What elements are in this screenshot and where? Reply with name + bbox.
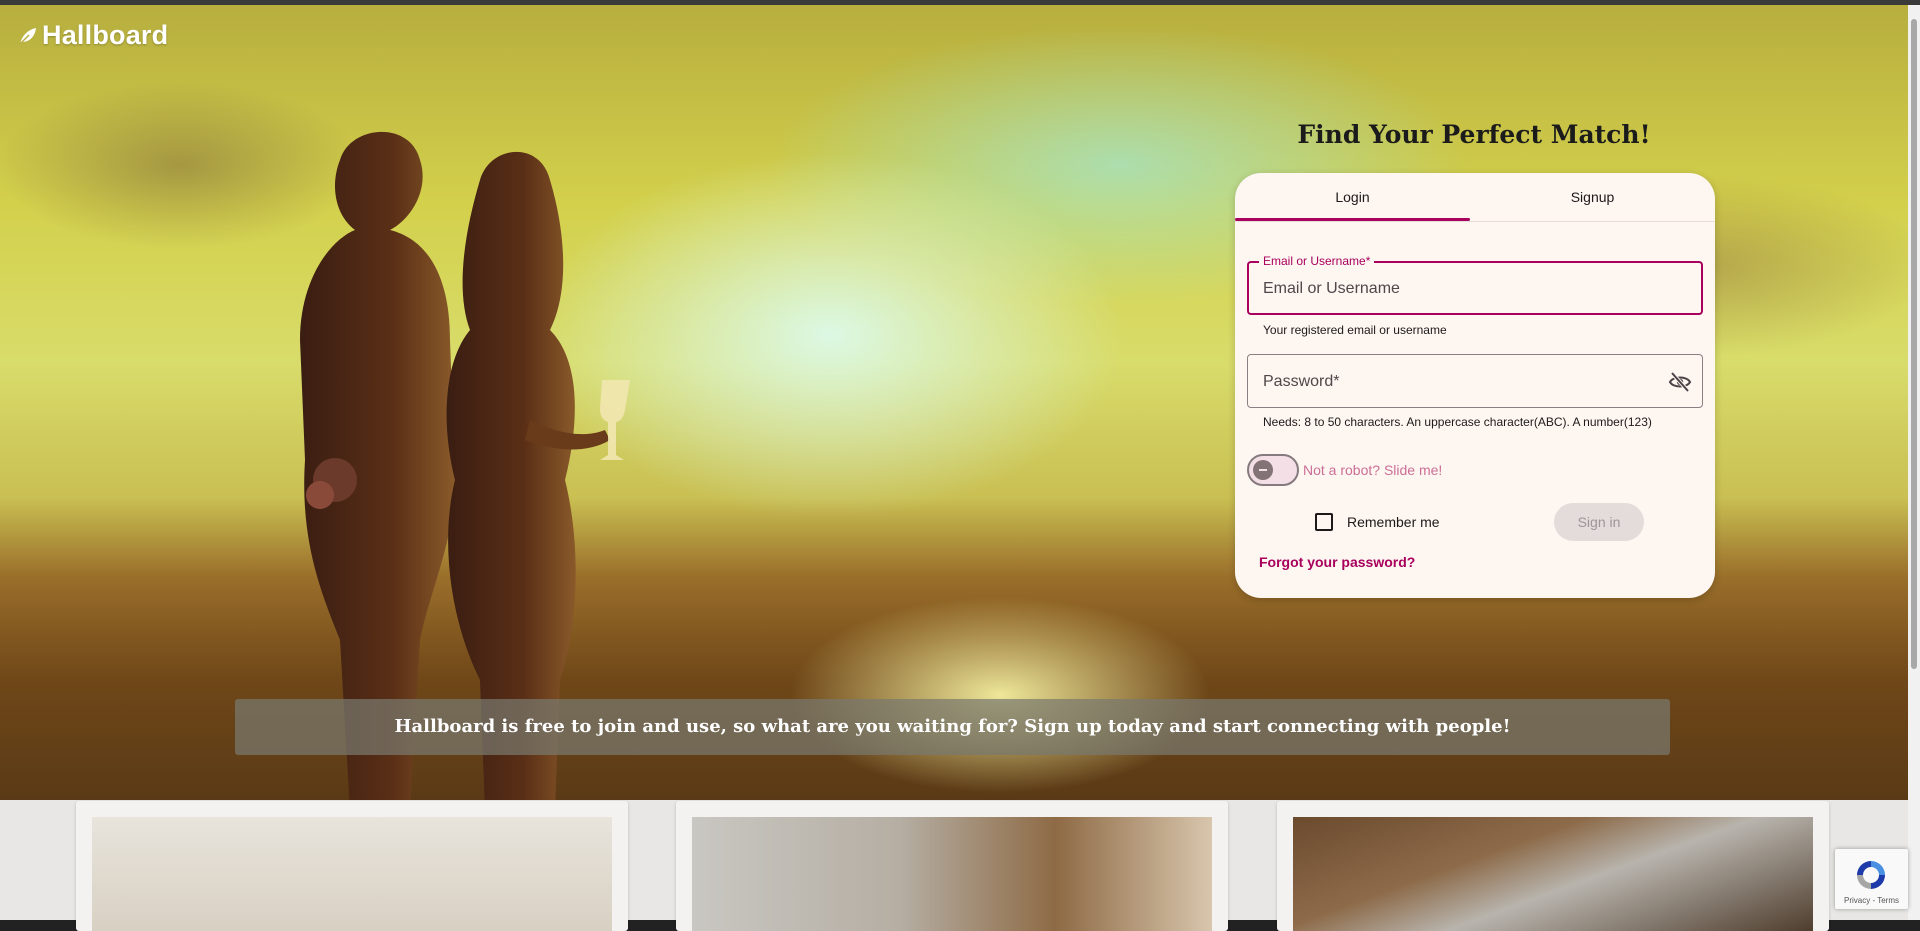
password-placeholder: Password* (1263, 373, 1340, 390)
email-placeholder: Email or Username (1263, 280, 1400, 297)
forgot-password-link[interactable]: Forgot your password? (1259, 554, 1415, 570)
password-field[interactable]: Password* (1247, 354, 1703, 408)
active-tab-indicator (1235, 218, 1470, 221)
password-helper-text: Needs: 8 to 50 characters. An uppercase … (1263, 415, 1652, 429)
couple-silhouette-image (300, 131, 630, 800)
feature-card-meeting (1277, 801, 1829, 931)
feature-card-group (676, 801, 1228, 931)
brand-name: Hallboard (42, 20, 169, 50)
email-helper-text: Your registered email or username (1263, 323, 1447, 337)
remember-me-label: Remember me (1347, 514, 1440, 530)
feature-image-meeting (1293, 817, 1813, 931)
leaf-icon (19, 27, 36, 44)
robot-check-label: Not a robot? Slide me! (1303, 462, 1443, 478)
eye-off-icon[interactable] (1668, 370, 1692, 394)
feature-image-friends (92, 817, 612, 931)
page-scrollbar[interactable] (1908, 5, 1920, 920)
window-top-border (0, 0, 1920, 5)
toggle-knob (1253, 460, 1273, 480)
robot-check-toggle[interactable] (1247, 454, 1299, 486)
recaptcha-icon (1857, 861, 1885, 889)
remember-me-checkbox[interactable] (1315, 513, 1333, 531)
login-card: Login Signup Email or Username* Email or… (1235, 173, 1715, 598)
feature-image-group (692, 817, 1212, 931)
email-field[interactable]: Email or Username* Email or Username (1247, 254, 1703, 315)
scrollbar-thumb[interactable] (1911, 19, 1917, 669)
auth-tabs: Login Signup (1235, 173, 1715, 222)
email-field-label: Email or Username* (1259, 254, 1375, 268)
feature-card-friends (76, 801, 628, 931)
recaptcha-terms[interactable]: Privacy - Terms (1835, 896, 1908, 905)
promo-banner: Hallboard is free to join and use, so wh… (235, 699, 1670, 755)
page-headline: Find Your Perfect Match! (1297, 120, 1651, 149)
tab-login[interactable]: Login (1235, 173, 1470, 221)
sign-in-button[interactable]: Sign in (1554, 503, 1644, 541)
tab-signup[interactable]: Signup (1475, 173, 1710, 221)
brand-logo[interactable]: Hallboard (18, 20, 168, 51)
recaptcha-badge[interactable]: Privacy - Terms (1835, 849, 1908, 909)
